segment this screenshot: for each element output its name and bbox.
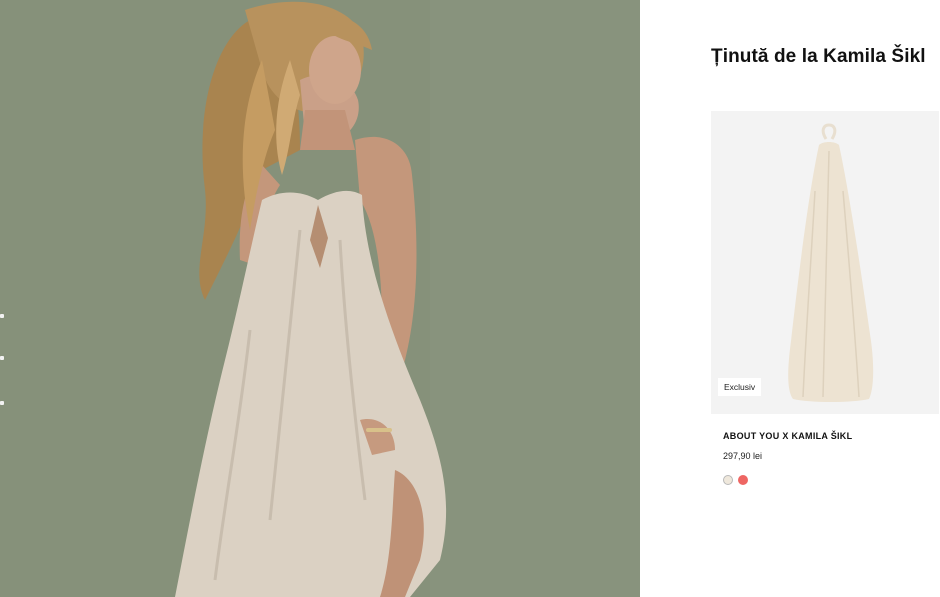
coral-swatch[interactable]	[738, 475, 748, 485]
hero-photo	[0, 0, 640, 597]
product-image[interactable]: Exclusiv	[711, 111, 939, 414]
product-brand[interactable]: ABOUT YOU X KAMILA ŠIKL	[723, 431, 852, 441]
product-card[interactable]: Exclusiv ABOUT YOU X KAMILA ŠIKL 297,90 …	[711, 111, 939, 485]
cream-swatch[interactable]	[723, 475, 733, 485]
model-illustration	[0, 0, 640, 597]
exclusive-badge: Exclusiv	[718, 378, 762, 396]
carousel-edge-indicator	[0, 300, 8, 420]
dress-product-photo	[711, 111, 939, 414]
outfit-title: Ținută de la Kamila Šikl	[711, 46, 926, 67]
outfit-panel: Ținută de la Kamila Šikl Exclusiv ABOUT …	[640, 0, 940, 597]
product-price: 297,90 lei	[723, 451, 763, 461]
color-swatches	[723, 475, 748, 487]
